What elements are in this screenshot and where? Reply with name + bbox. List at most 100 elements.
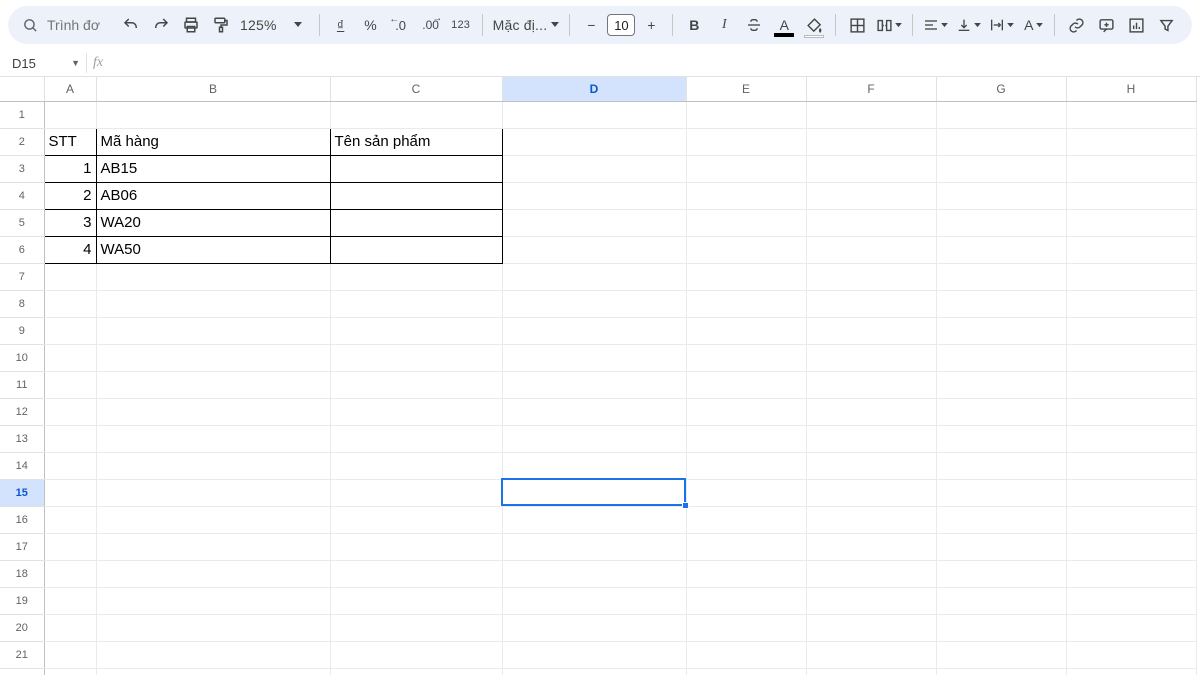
cell-E6[interactable]: [686, 236, 806, 263]
cell-D4[interactable]: [502, 182, 686, 209]
cell-E21[interactable]: [686, 641, 806, 668]
horizontal-align-button[interactable]: [920, 11, 951, 39]
cell-E14[interactable]: [686, 452, 806, 479]
cell-H16[interactable]: [1066, 506, 1196, 533]
column-header-C[interactable]: C: [330, 77, 502, 101]
cell-D9[interactable]: [502, 317, 686, 344]
cell-A9[interactable]: [44, 317, 96, 344]
cell-D2[interactable]: [502, 128, 686, 155]
cell-H19[interactable]: [1066, 587, 1196, 614]
paint-format-button[interactable]: [207, 11, 235, 39]
row-header-7[interactable]: 7: [0, 263, 44, 290]
cell-A21[interactable]: [44, 641, 96, 668]
cell-F12[interactable]: [806, 398, 936, 425]
cell-B16[interactable]: [96, 506, 330, 533]
cell-E3[interactable]: [686, 155, 806, 182]
zoom-dropdown-arrow[interactable]: [284, 11, 312, 39]
cell-A8[interactable]: [44, 290, 96, 317]
cell-E5[interactable]: [686, 209, 806, 236]
increase-decimal-button[interactable]: .00→: [417, 11, 445, 39]
cell-A22[interactable]: [44, 668, 96, 675]
cell-H10[interactable]: [1066, 344, 1196, 371]
cell-G1[interactable]: [936, 101, 1066, 128]
cell-G17[interactable]: [936, 533, 1066, 560]
row-header-13[interactable]: 13: [0, 425, 44, 452]
cell-E8[interactable]: [686, 290, 806, 317]
row-header-18[interactable]: 18: [0, 560, 44, 587]
cell-C6[interactable]: [330, 236, 502, 263]
cell-A16[interactable]: [44, 506, 96, 533]
cell-E19[interactable]: [686, 587, 806, 614]
borders-button[interactable]: [843, 11, 871, 39]
cell-G9[interactable]: [936, 317, 1066, 344]
font-size-input[interactable]: 10: [607, 14, 635, 36]
insert-link-button[interactable]: [1062, 11, 1090, 39]
italic-button[interactable]: I: [710, 11, 738, 39]
cell-G19[interactable]: [936, 587, 1066, 614]
cell-E11[interactable]: [686, 371, 806, 398]
print-button[interactable]: [177, 11, 205, 39]
cell-H14[interactable]: [1066, 452, 1196, 479]
cell-G10[interactable]: [936, 344, 1066, 371]
cell-G2[interactable]: [936, 128, 1066, 155]
cell-F8[interactable]: [806, 290, 936, 317]
cell-H1[interactable]: [1066, 101, 1196, 128]
cell-B5[interactable]: WA20: [96, 209, 330, 236]
column-header-D[interactable]: D: [502, 77, 686, 101]
cell-B14[interactable]: [96, 452, 330, 479]
cell-C15[interactable]: [330, 479, 502, 506]
cell-G16[interactable]: [936, 506, 1066, 533]
cell-F6[interactable]: [806, 236, 936, 263]
row-header-5[interactable]: 5: [0, 209, 44, 236]
cell-G5[interactable]: [936, 209, 1066, 236]
cell-G8[interactable]: [936, 290, 1066, 317]
cell-F10[interactable]: [806, 344, 936, 371]
cell-H3[interactable]: [1066, 155, 1196, 182]
cell-B18[interactable]: [96, 560, 330, 587]
cell-G12[interactable]: [936, 398, 1066, 425]
cell-A7[interactable]: [44, 263, 96, 290]
more-formats-button[interactable]: 123: [447, 11, 475, 39]
cell-D14[interactable]: [502, 452, 686, 479]
cell-E15[interactable]: [686, 479, 806, 506]
cell-E12[interactable]: [686, 398, 806, 425]
text-wrap-button[interactable]: [986, 11, 1017, 39]
zoom-dropdown[interactable]: 125%: [237, 11, 280, 39]
cell-H22[interactable]: [1066, 668, 1196, 675]
cell-D10[interactable]: [502, 344, 686, 371]
cell-F20[interactable]: [806, 614, 936, 641]
font-family-dropdown[interactable]: Mặc đị...: [490, 11, 563, 39]
column-header-A[interactable]: A: [44, 77, 96, 101]
cell-D18[interactable]: [502, 560, 686, 587]
menu-search[interactable]: [16, 11, 115, 39]
cell-F21[interactable]: [806, 641, 936, 668]
cell-D3[interactable]: [502, 155, 686, 182]
cell-F2[interactable]: [806, 128, 936, 155]
menu-search-input[interactable]: [45, 16, 105, 34]
row-header-1[interactable]: 1: [0, 101, 44, 128]
cell-E1[interactable]: [686, 101, 806, 128]
create-filter-button[interactable]: [1152, 11, 1180, 39]
cell-F18[interactable]: [806, 560, 936, 587]
row-header-11[interactable]: 11: [0, 371, 44, 398]
row-header-14[interactable]: 14: [0, 452, 44, 479]
cell-F9[interactable]: [806, 317, 936, 344]
cell-C9[interactable]: [330, 317, 502, 344]
cell-B13[interactable]: [96, 425, 330, 452]
cell-C4[interactable]: [330, 182, 502, 209]
cell-D15[interactable]: [502, 479, 686, 506]
column-header-F[interactable]: F: [806, 77, 936, 101]
cell-F3[interactable]: [806, 155, 936, 182]
cell-F14[interactable]: [806, 452, 936, 479]
cell-C19[interactable]: [330, 587, 502, 614]
cell-D22[interactable]: [502, 668, 686, 675]
cell-E2[interactable]: [686, 128, 806, 155]
cell-H5[interactable]: [1066, 209, 1196, 236]
cell-E18[interactable]: [686, 560, 806, 587]
row-header-21[interactable]: 21: [0, 641, 44, 668]
spreadsheet-grid[interactable]: ABCDEFGH12STTMã hàngTên sản phẩm31AB1542…: [0, 77, 1200, 675]
cell-G14[interactable]: [936, 452, 1066, 479]
cell-F13[interactable]: [806, 425, 936, 452]
cell-A18[interactable]: [44, 560, 96, 587]
cell-B20[interactable]: [96, 614, 330, 641]
